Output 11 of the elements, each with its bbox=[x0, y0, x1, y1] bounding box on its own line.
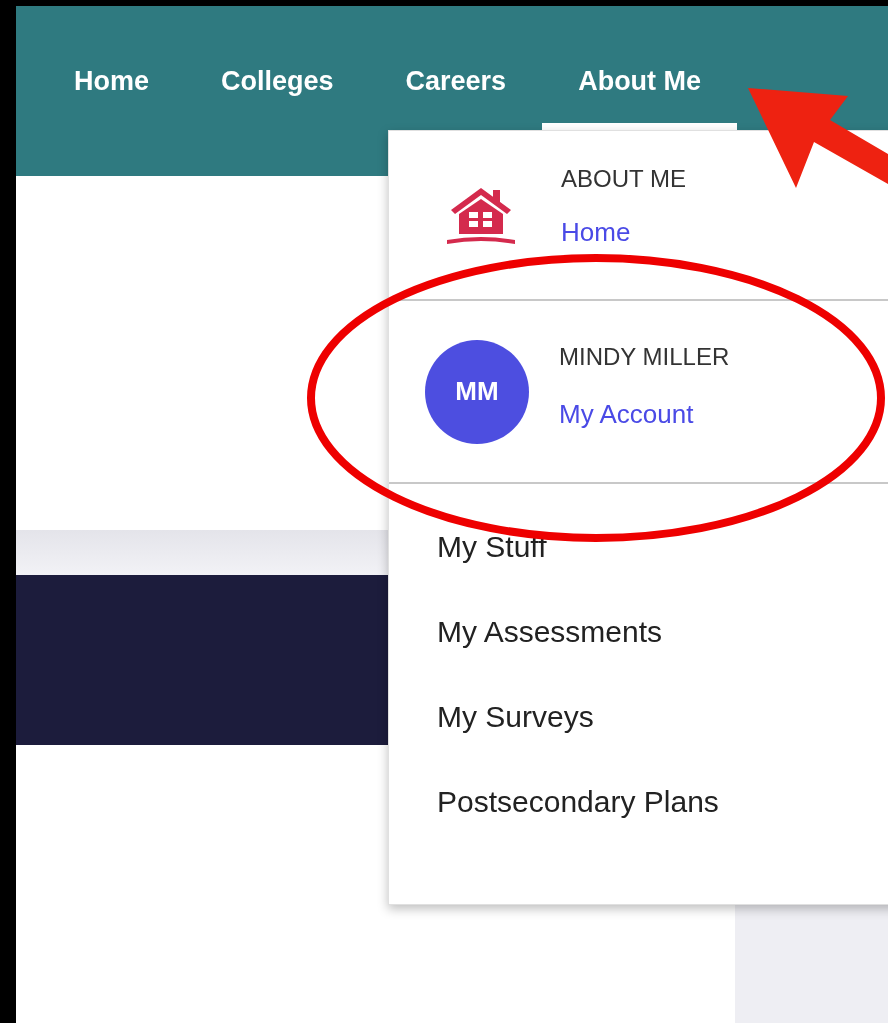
nav-tab[interactable]: Colleges bbox=[185, 68, 370, 131]
avatar: MM bbox=[425, 339, 529, 444]
section-title: ABOUT ME bbox=[561, 163, 686, 194]
nav-tab[interactable]: Home bbox=[38, 68, 185, 131]
menu-item[interactable]: My Surveys bbox=[437, 702, 888, 732]
nav-tab[interactable]: Careers bbox=[369, 68, 543, 131]
account-link[interactable]: My Account bbox=[559, 395, 730, 434]
menu-item[interactable]: Postsecondary Plans bbox=[437, 787, 888, 817]
home-link[interactable]: Home bbox=[561, 212, 686, 252]
menu-item[interactable]: My Assessments bbox=[437, 617, 888, 647]
user-name: MINDY MILLER bbox=[559, 342, 730, 372]
